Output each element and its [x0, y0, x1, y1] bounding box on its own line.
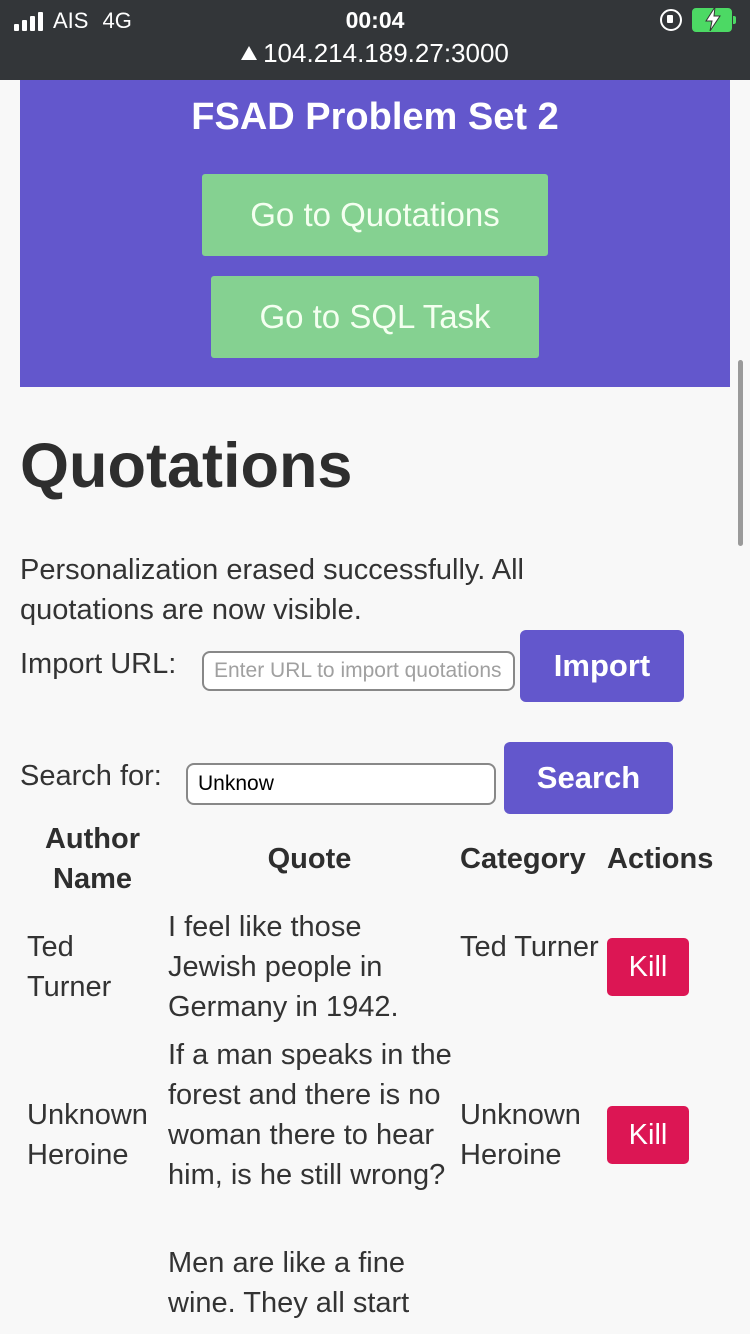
- row-1-quote: I feel like those Jewish people in Germa…: [168, 911, 399, 1023]
- import-url-input[interactable]: [202, 651, 515, 691]
- battery-charging-icon: [692, 7, 736, 32]
- row-2-author: Unknown Heroine: [27, 1099, 148, 1171]
- site-title: FSAD Problem Set 2: [191, 96, 559, 138]
- clock: 00:04: [345, 7, 405, 33]
- row-2-category: Unknown Heroine: [460, 1099, 581, 1171]
- row-3-quote: Men are like a fine wine. They all start: [168, 1247, 410, 1319]
- column-header-author: Author Name: [44, 823, 141, 895]
- status-right: [660, 7, 736, 32]
- page-scrollbar[interactable]: [738, 360, 743, 546]
- site-header: FSAD Problem Set 2 Go to Quotations Go t…: [20, 80, 730, 387]
- row-1-author: Ted Turner: [27, 931, 112, 1003]
- status-message: Personalization erased successfully. All…: [20, 554, 524, 626]
- status-bar: AIS 4G 00:04 104.214.189.27:3000: [0, 0, 750, 80]
- orientation-lock-icon: [660, 9, 682, 31]
- column-header-category: Category: [460, 843, 586, 875]
- charging-bolt-icon: [705, 7, 721, 31]
- go-to-quotations-button[interactable]: Go to Quotations: [202, 174, 548, 256]
- row-2-quote: If a man speaks in the forest and there …: [168, 1039, 452, 1191]
- search-button[interactable]: Search: [504, 742, 673, 814]
- import-button[interactable]: Import: [520, 630, 684, 702]
- address-url: 104.214.189.27:3000: [263, 38, 509, 68]
- row-1-category: Ted Turner: [460, 931, 599, 963]
- address-bar[interactable]: 104.214.189.27:3000: [0, 38, 750, 69]
- import-url-label: Import URL:: [20, 648, 177, 680]
- warning-icon: [241, 46, 258, 60]
- row-1-kill-button[interactable]: Kill: [607, 938, 689, 996]
- page-title: Quotations: [20, 431, 353, 501]
- column-header-actions: Actions: [607, 843, 714, 875]
- search-input[interactable]: [186, 763, 496, 805]
- row-2-kill-button[interactable]: Kill: [607, 1106, 689, 1164]
- search-label: Search for:: [20, 760, 162, 792]
- column-header-quote: Quote: [267, 843, 352, 875]
- go-to-sql-task-button[interactable]: Go to SQL Task: [211, 276, 539, 358]
